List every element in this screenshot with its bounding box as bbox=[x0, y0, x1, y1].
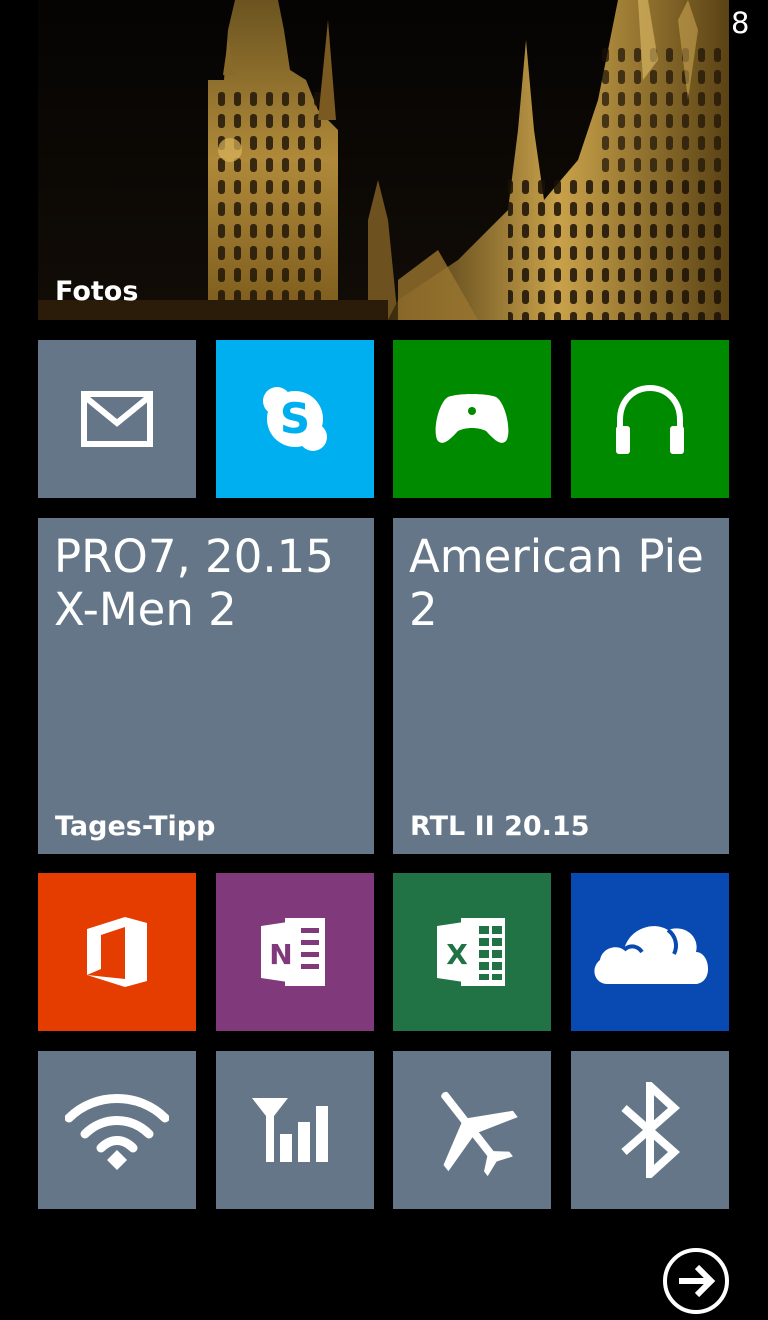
movie-line1: American Pie bbox=[409, 530, 704, 583]
excel-tile[interactable]: X bbox=[393, 873, 551, 1031]
arrow-right-circle-icon bbox=[663, 1248, 729, 1314]
city-hall-night-photo bbox=[38, 0, 729, 320]
svg-text:N: N bbox=[269, 938, 292, 971]
tv-tip-text: PRO7, 20.15 X-Men 2 bbox=[54, 530, 360, 636]
onenote-tile[interactable]: N bbox=[216, 873, 374, 1031]
tv-tip-label: Tages-Tipp bbox=[55, 811, 216, 842]
wifi-icon bbox=[65, 1094, 169, 1170]
airplane-tile[interactable] bbox=[393, 1051, 551, 1209]
headphones-icon bbox=[616, 384, 684, 454]
tv-tip-line1: PRO7, 20.15 bbox=[54, 530, 334, 583]
music-tile[interactable] bbox=[571, 340, 729, 498]
cellular-signal-icon bbox=[252, 1098, 328, 1162]
photos-tile[interactable]: Fotos bbox=[38, 0, 729, 320]
photos-tile-label: Fotos bbox=[55, 276, 139, 307]
game-controller-icon bbox=[435, 394, 509, 443]
skype-tile[interactable]: S bbox=[216, 340, 374, 498]
onenote-icon: N bbox=[261, 918, 325, 986]
movie-line2: 2 bbox=[409, 583, 438, 636]
wifi-tile[interactable] bbox=[38, 1051, 196, 1209]
mail-icon bbox=[81, 391, 153, 447]
svg-text:X: X bbox=[446, 938, 468, 971]
tv-tip-line2: X-Men 2 bbox=[54, 583, 237, 636]
cellular-tile[interactable] bbox=[216, 1051, 374, 1209]
mail-tile[interactable] bbox=[38, 340, 196, 498]
office-icon bbox=[87, 917, 147, 987]
office-tile[interactable] bbox=[38, 873, 196, 1031]
movie-tile[interactable]: American Pie 2 RTL II 20.15 bbox=[393, 518, 729, 854]
bluetooth-icon bbox=[621, 1082, 680, 1178]
games-tile[interactable] bbox=[393, 340, 551, 498]
excel-icon: X bbox=[437, 918, 505, 986]
movie-text: American Pie 2 bbox=[409, 530, 715, 636]
onedrive-cloud-icon bbox=[594, 926, 709, 984]
airplane-icon bbox=[441, 1091, 518, 1177]
skype-icon: S bbox=[263, 387, 327, 451]
bluetooth-tile[interactable] bbox=[571, 1051, 729, 1209]
onedrive-tile[interactable] bbox=[571, 873, 729, 1031]
movie-label: RTL II 20.15 bbox=[410, 811, 590, 842]
tv-tip-tile[interactable]: PRO7, 20.15 X-Men 2 Tages-Tipp bbox=[38, 518, 374, 854]
svg-text:S: S bbox=[280, 394, 310, 443]
all-apps-button[interactable] bbox=[661, 1246, 731, 1316]
